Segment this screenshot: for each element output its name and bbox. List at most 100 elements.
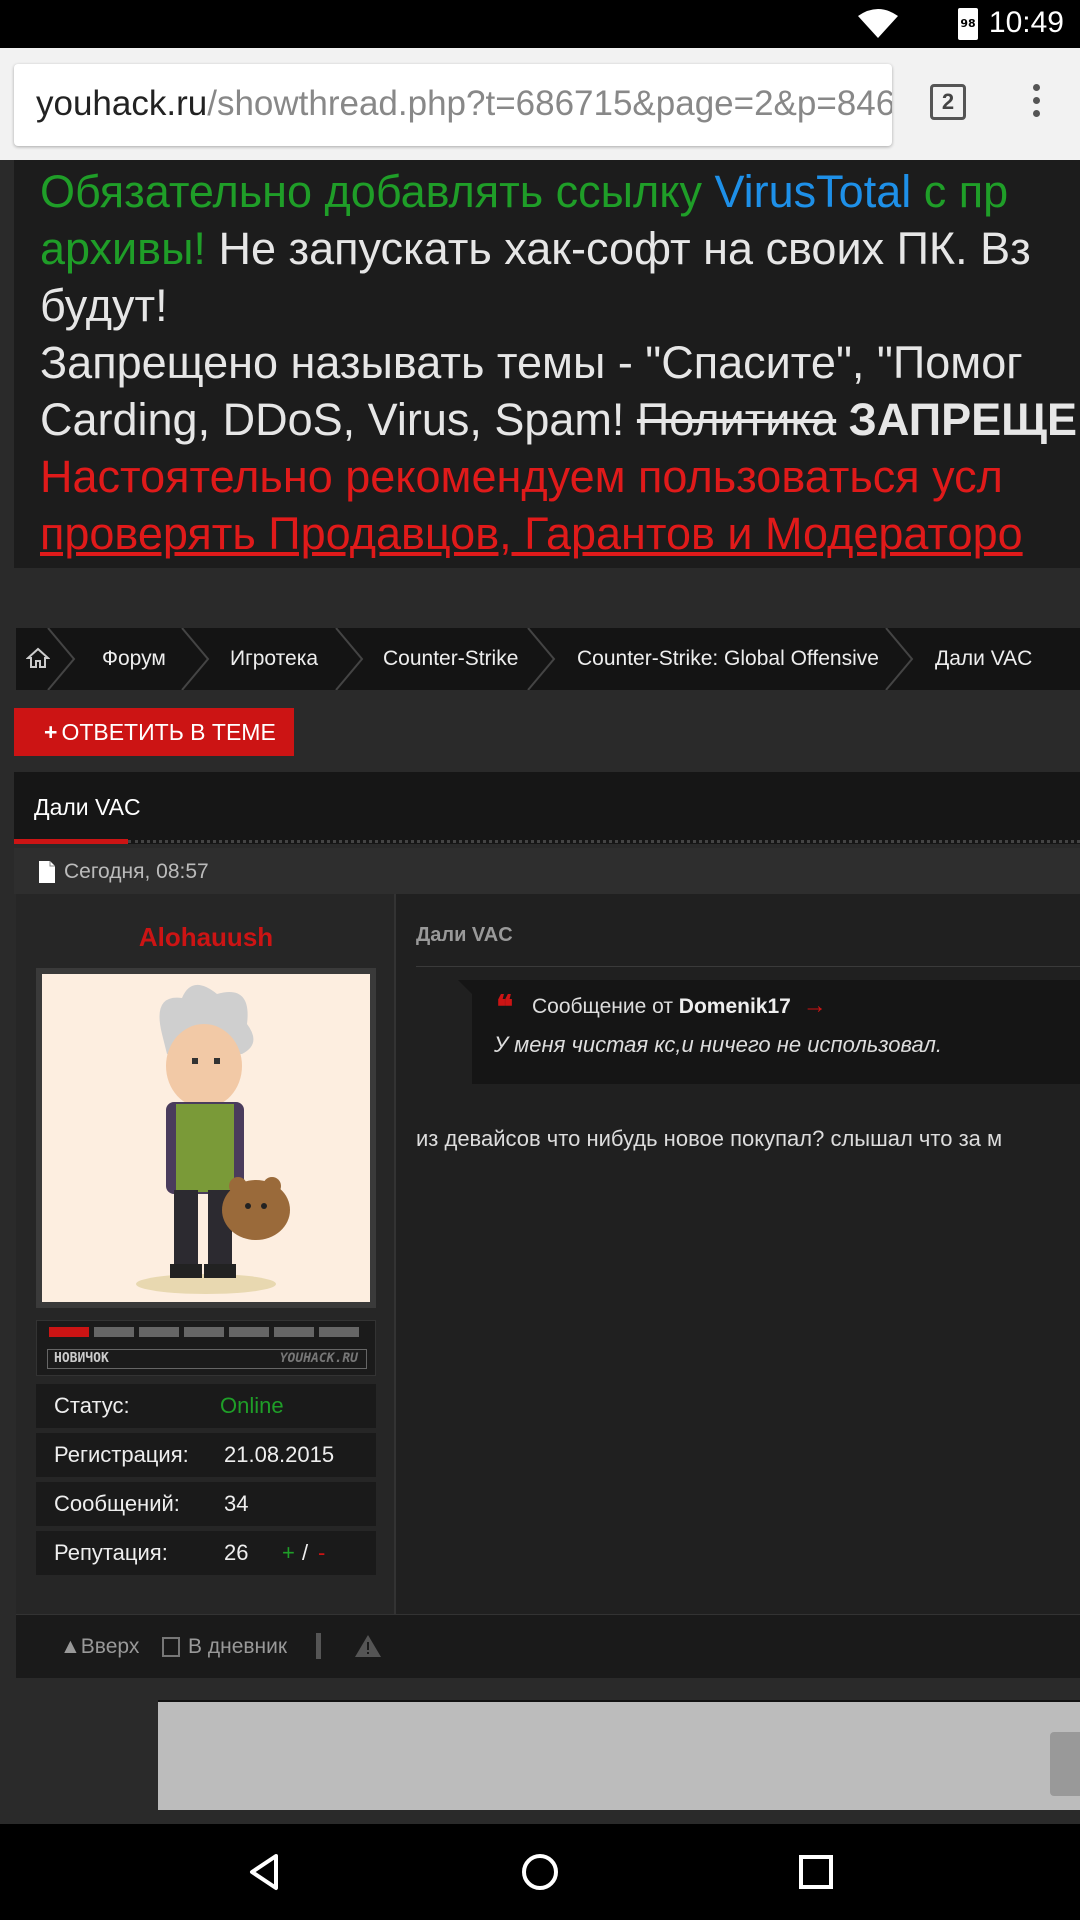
clock: 10:49: [988, 6, 1064, 39]
quote-tail: [458, 980, 472, 994]
notice-text: архивы!: [40, 223, 206, 274]
notice-link[interactable]: проверять Продавцов, Гарантов и Модерато…: [40, 508, 1023, 559]
rank-name: НОВИЧОК YOUHACK.RU: [47, 1349, 367, 1369]
virustotal-link[interactable]: VirusTotal: [714, 166, 911, 217]
url-host: youhack.ru: [36, 84, 208, 123]
status-online: Online: [220, 1393, 284, 1418]
notice-text: Обязательно добавлять ссылку: [40, 166, 715, 217]
thread-header: Дали VAC: [14, 772, 1080, 844]
thread-title: Дали VAC: [34, 794, 141, 820]
divider: [316, 1633, 321, 1659]
message-panel: Дали VAC ❝ Сообщение от Domenik17 → У ме…: [398, 894, 1080, 1614]
overflow-menu-icon[interactable]: [1026, 84, 1046, 124]
info-value: 21.08.2015: [224, 1442, 335, 1467]
reputation-separator: /: [302, 1540, 309, 1565]
user-posts-row: Сообщений: 34: [36, 1482, 376, 1526]
notice-text: Carding, DDoS, Virus, Spam!: [40, 394, 637, 445]
chevron-right-icon: [885, 628, 914, 690]
info-value: 34: [224, 1491, 249, 1516]
chevron-right-icon: [47, 628, 76, 690]
rank-segment: [229, 1327, 269, 1337]
avatar[interactable]: [36, 968, 376, 1308]
info-key: Репутация:: [54, 1540, 168, 1565]
reply-button[interactable]: + ОТВЕТИТЬ В ТЕМЕ: [14, 708, 294, 756]
message-body: из девайсов что нибудь новое покупал? сл…: [416, 1126, 1003, 1151]
quote-block: ❝ Сообщение от Domenik17 → У меня чистая…: [458, 980, 1080, 1084]
url-path: /showthread.php?t=686715&page=2&p=846: [207, 84, 892, 123]
quote-header: Сообщение от Domenik17 →: [532, 992, 827, 1020]
battery-level: 98: [960, 17, 976, 30]
breadcrumb-games[interactable]: Игротека: [230, 628, 318, 690]
chevron-right-icon: [181, 628, 210, 690]
post-date-bar: Сегодня, 08:57: [14, 848, 1080, 894]
notice-text: Политика: [636, 394, 837, 445]
notice-text: Не запускать хак-софт на своих ПК. Вз: [205, 223, 1031, 274]
diary-label: В дневник: [188, 1635, 288, 1658]
quote-author: Domenik17: [678, 995, 791, 1018]
notice-text: будут!: [40, 280, 168, 331]
user-info-panel: Alohauush НОВИЧОК YOUHACK.RU Статус: Onl…: [16, 894, 396, 1614]
user-registration-row: Регистрация: 21.08.2015: [36, 1433, 376, 1477]
rank-label: НОВИЧОК: [54, 1351, 109, 1366]
divider: [128, 840, 1080, 843]
breadcrumb-forum[interactable]: Форум: [102, 628, 166, 690]
notice-text: Запрещено называть темы - "Спасите", "По…: [40, 337, 1023, 388]
post-date: Сегодня, 08:57: [64, 860, 209, 883]
chevron-right-icon: [335, 628, 364, 690]
quote-icon: ❝: [496, 989, 514, 1025]
rank-segment: [319, 1327, 359, 1337]
url-bar[interactable]: youhack.ru/showthread.php?t=686715&page=…: [14, 64, 892, 146]
warning-icon[interactable]: [354, 1633, 382, 1659]
scroll-top-link[interactable]: ▲Вверх: [60, 1635, 139, 1659]
info-value: 26: [224, 1540, 249, 1565]
plus-icon: +: [44, 719, 58, 745]
ad-placeholder: [158, 1700, 1080, 1810]
rank-segment: [49, 1327, 89, 1337]
status-bar: 98 10:49: [0, 0, 1080, 48]
arrow-right-icon[interactable]: →: [803, 992, 827, 1019]
breadcrumb-csgo[interactable]: Counter-Strike: Global Offensive: [577, 628, 879, 690]
rank-segment: [94, 1327, 134, 1337]
rank-bar: НОВИЧОК YOUHACK.RU: [36, 1320, 376, 1376]
info-key: Статус:: [54, 1393, 130, 1418]
breadcrumb-counter-strike[interactable]: Counter-Strike: [383, 628, 518, 690]
info-key: Регистрация:: [54, 1442, 189, 1467]
rank-site: YOUHACK.RU: [279, 1351, 358, 1366]
reputation-plus-button[interactable]: +: [282, 1531, 295, 1575]
breadcrumb: Форум Игротека Counter-Strike Counter-St…: [16, 628, 1080, 690]
tab-switcher-button[interactable]: 2: [930, 84, 966, 120]
reply-button-label: ОТВЕТИТЬ В ТЕМЕ: [61, 719, 276, 745]
quote-prefix: Сообщение от: [532, 995, 679, 1018]
notice-text: Настоятельно рекомендуем пользоваться ус…: [40, 451, 1003, 502]
browser-toolbar: youhack.ru/showthread.php?t=686715&page=…: [0, 48, 1080, 160]
rank-segment: [184, 1327, 224, 1337]
triangle-up-icon: ▲: [60, 1635, 81, 1658]
user-status-row: Статус: Online: [36, 1384, 376, 1428]
quote-text: У меня чистая кс,и ничего не использовал…: [494, 1032, 943, 1057]
wifi-icon: [858, 9, 898, 38]
reputation-minus-button[interactable]: -: [318, 1531, 325, 1575]
notebook-icon: [162, 1637, 180, 1658]
back-icon[interactable]: [244, 1852, 284, 1892]
plugin-icon: [1050, 1732, 1080, 1796]
forum-notice: Обязательно добавлять ссылку VirusTotal …: [14, 160, 1080, 568]
divider: [416, 966, 1080, 967]
post: Alohauush НОВИЧОК YOUHACK.RU Статус: Onl…: [16, 894, 1080, 1614]
recents-icon[interactable]: [798, 1854, 834, 1890]
web-page: Обязательно добавлять ссылку VirusTotal …: [0, 160, 1080, 1824]
scroll-top-label: Вверх: [80, 1635, 140, 1658]
notice-text: ЗАПРЕЩЕ: [836, 394, 1077, 445]
battery-icon: 98: [958, 8, 978, 40]
avatar-image: [136, 984, 290, 1294]
username-link[interactable]: Alohauush: [16, 922, 396, 953]
rank-segment: [274, 1327, 314, 1337]
document-icon: [39, 861, 55, 883]
rank-segment: [139, 1327, 179, 1337]
message-title: Дали VAC: [416, 924, 513, 946]
breadcrumb-current[interactable]: Дали VAC: [935, 628, 1032, 690]
info-key: Сообщений:: [54, 1491, 180, 1516]
diary-link[interactable]: В дневник: [162, 1635, 287, 1659]
home-circle-icon[interactable]: [520, 1852, 560, 1892]
user-reputation-row: Репутация: 26 + / -: [36, 1531, 376, 1575]
system-nav-bar: [0, 1824, 1080, 1920]
